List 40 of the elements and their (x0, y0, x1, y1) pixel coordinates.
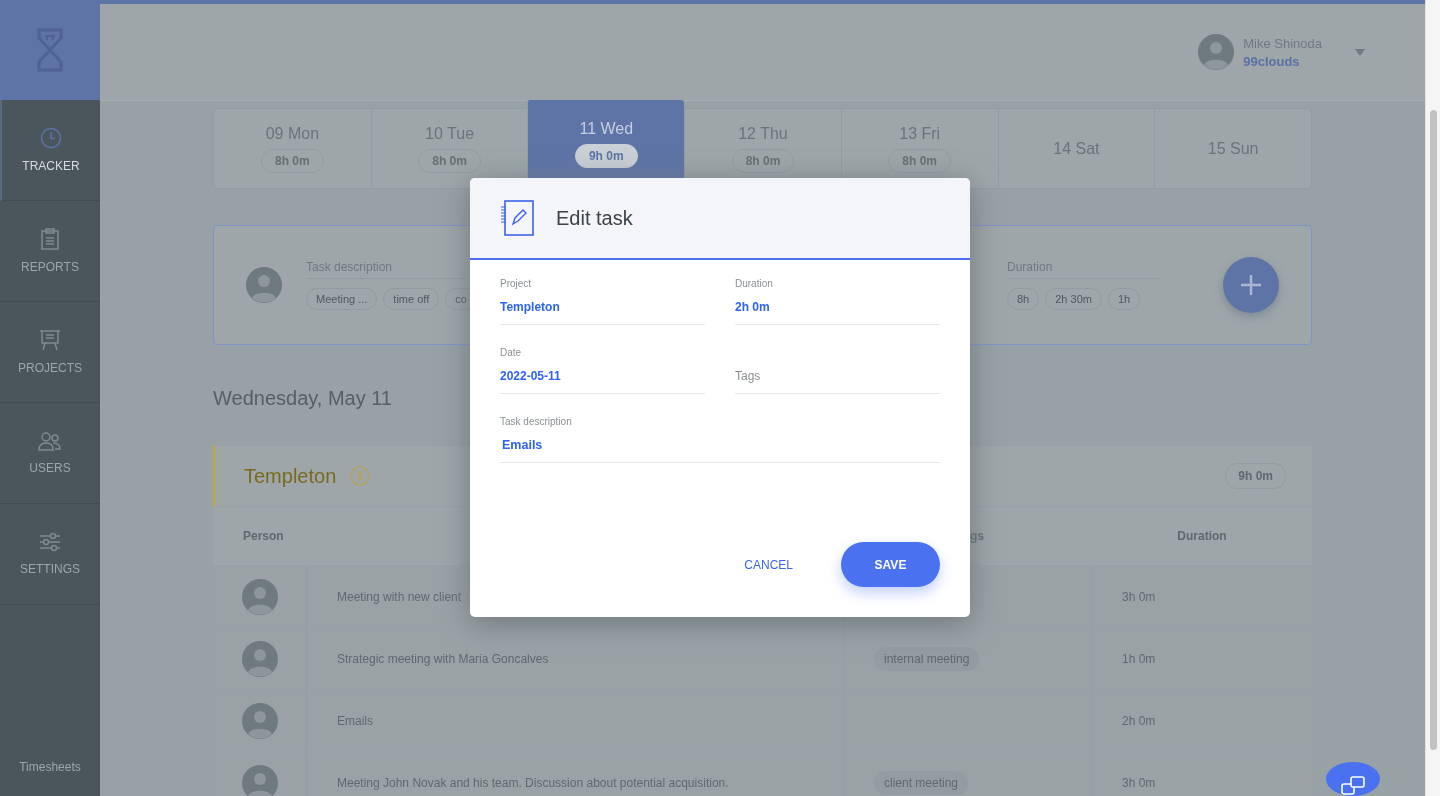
chat-icon (1341, 776, 1365, 796)
caret-icon[interactable] (1355, 48, 1365, 56)
avatar (241, 703, 278, 739)
clock-icon (40, 127, 62, 149)
task-description: Meeting with new client (337, 590, 462, 604)
sliders-icon (39, 532, 61, 552)
users-icon (38, 431, 62, 451)
avatar (241, 765, 278, 796)
task-duration: 3h 0m (1122, 776, 1156, 790)
dollar-icon (350, 466, 371, 486)
column-header: Duration (1176, 529, 1228, 543)
day-heading: Wednesday, May 11 (213, 387, 393, 410)
app-name: Timesheets (18, 760, 82, 776)
project-total: 9h 0m (1225, 463, 1286, 489)
avatar (246, 267, 282, 303)
plus-icon (1241, 275, 1261, 295)
task-description: Meeting John Novak and his team. Discussion about potential acquisition. (337, 776, 729, 790)
dialog-title: Edit task (556, 206, 633, 230)
save-button[interactable]: SAVE (841, 542, 940, 587)
project-name: Templeton (244, 464, 337, 488)
task-duration: 2h 0m (1122, 714, 1156, 728)
field-label: Duration (735, 278, 774, 291)
task-duration: 1h 0m (1122, 652, 1156, 666)
cancel-button[interactable]: CANCEL (736, 551, 801, 578)
task-description: Strategic meeting with Maria Goncalves (337, 652, 549, 666)
avatar (241, 641, 278, 677)
company-name: 99clouds (1243, 53, 1301, 69)
add-button[interactable] (1223, 257, 1279, 313)
avatar (241, 579, 278, 615)
field-label: Task description (500, 416, 573, 429)
avatar (1198, 34, 1235, 70)
field-label: Date (500, 347, 523, 360)
notebook-pencil-icon (500, 199, 534, 237)
column-header: Person (242, 529, 285, 543)
task-duration: 3h 0m (1122, 590, 1156, 604)
presentation-board-icon (39, 329, 61, 351)
field-label: Project (500, 278, 533, 291)
task-description: Emails (337, 714, 373, 728)
clipboard-icon (40, 228, 60, 250)
scrollbar-thumb[interactable] (1430, 110, 1437, 750)
